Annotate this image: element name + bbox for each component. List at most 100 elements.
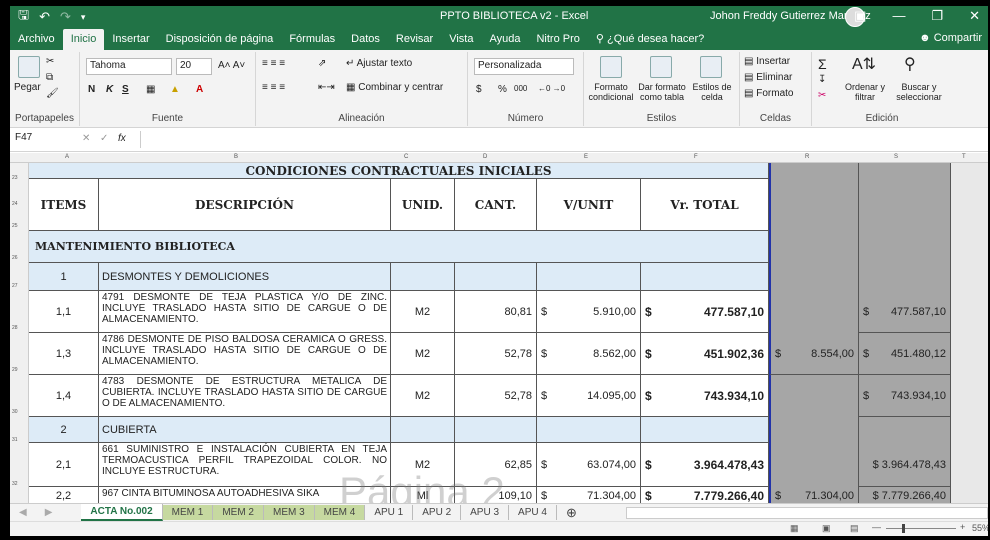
tell-me-search[interactable]: ⚲ ¿Qué desea hacer?	[588, 32, 712, 50]
zoom-out-icon[interactable]: —	[872, 522, 881, 532]
page-break-icon[interactable]: ▤	[850, 523, 859, 534]
horizontal-scrollbar[interactable]	[625, 506, 988, 519]
unit-price-cell[interactable]: $14.095,00	[537, 375, 641, 417]
decimals-icon[interactable]: ←0 →0	[538, 84, 565, 93]
table-format-icon[interactable]	[650, 56, 672, 78]
paste-button[interactable]: Pegar	[14, 82, 41, 93]
copy-icon[interactable]: ⧉	[46, 72, 53, 83]
tab-vista[interactable]: Vista	[441, 33, 481, 50]
header-unid[interactable]: UNID.	[391, 179, 455, 231]
font-name-select[interactable]: Tahoma	[86, 58, 172, 75]
total-cell[interactable]: $7.779.266,40	[641, 487, 769, 503]
column-e[interactable]: E	[584, 154, 588, 160]
zoom-thumb[interactable]	[902, 524, 905, 533]
group-name[interactable]: CUBIERTA	[99, 417, 391, 443]
tab-datos[interactable]: Datos	[343, 33, 388, 50]
clear-icon[interactable]: ✂	[818, 90, 826, 101]
column-d[interactable]: D	[483, 154, 487, 160]
sort-filter-icon[interactable]: A⇅	[852, 54, 876, 74]
cut-icon[interactable]: ✂	[46, 56, 54, 67]
column-b[interactable]: B	[234, 154, 238, 160]
font-color-icon[interactable]: A	[196, 84, 203, 95]
add-sheet-icon[interactable]: ⊕	[557, 503, 586, 523]
group-cell[interactable]	[641, 263, 769, 291]
ribbon-display-icon[interactable]: ▣	[854, 8, 866, 24]
sheet-tab-mem3[interactable]: MEM 3	[263, 505, 315, 520]
group-cell[interactable]	[537, 417, 641, 443]
restore-icon[interactable]: ❐	[931, 8, 943, 24]
insert-function-button[interactable]: fx	[118, 133, 126, 144]
unit-cell[interactable]: M2	[391, 291, 455, 333]
name-box[interactable]: F47	[12, 131, 72, 148]
format-painter-icon[interactable]: 🖌	[46, 88, 59, 99]
prev-sheet-icon[interactable]: ◀	[10, 505, 36, 520]
currency-button[interactable]: $	[476, 84, 482, 95]
row-32[interactable]: 32	[12, 481, 18, 487]
quantity-cell[interactable]: 52,78	[455, 333, 537, 375]
quantity-cell[interactable]: 80,81	[455, 291, 537, 333]
percent-button[interactable]: %	[498, 84, 507, 95]
merge-center-button[interactable]: ▦ Combinar y centrar	[346, 82, 443, 93]
fill-color-icon[interactable]: ▲	[170, 84, 180, 95]
table-format-button[interactable]: Dar formato como tabla	[638, 82, 686, 102]
column-a[interactable]: A	[65, 154, 69, 160]
normal-view-icon[interactable]: ▦	[790, 523, 799, 534]
grow-font-icon[interactable]: A˄ A˅	[218, 60, 245, 71]
align-left-icon[interactable]: ≡ ≡ ≡	[262, 82, 285, 93]
tab-formulas[interactable]: Fórmulas	[281, 33, 343, 50]
description-cell[interactable]: 4783 DESMONTE DE ESTRUCTURA METALICA DE …	[99, 375, 391, 417]
header-items[interactable]: ITEMS	[29, 179, 99, 231]
row-28[interactable]: 28	[12, 325, 18, 331]
formula-input[interactable]	[140, 131, 980, 148]
r-price-cell[interactable]: $71.304,00	[769, 487, 859, 503]
thousands-button[interactable]: 000	[514, 84, 527, 93]
description-cell[interactable]: 4786 DESMONTE DE PISO BALDOSA CERAMICA O…	[99, 333, 391, 375]
customize-qat-icon[interactable]: ▾	[81, 12, 86, 23]
column-s[interactable]: S	[894, 154, 898, 160]
row-23[interactable]: 23	[12, 175, 18, 181]
group-cell[interactable]	[455, 417, 537, 443]
section-title[interactable]: MANTENIMIENTO BIBLIOTECA	[29, 231, 769, 263]
group-cell[interactable]	[391, 417, 455, 443]
group-number[interactable]: 2	[29, 417, 99, 443]
row-31[interactable]: 31	[12, 437, 18, 443]
group-cell[interactable]	[537, 263, 641, 291]
s-total-cell[interactable]: $477.587,10	[859, 291, 951, 333]
cell-styles-button[interactable]: Estilos de celda	[688, 82, 736, 102]
column-c[interactable]: C	[404, 154, 408, 160]
item-cell[interactable]: 2,2	[29, 487, 99, 503]
group-number[interactable]: 1	[29, 263, 99, 291]
row-24[interactable]: 24	[12, 201, 18, 207]
tab-archivo[interactable]: Archivo	[10, 33, 63, 50]
unit-price-cell[interactable]: $8.562,00	[537, 333, 641, 375]
enter-icon[interactable]: ✓	[100, 133, 108, 144]
tab-nitro[interactable]: Nitro Pro	[528, 33, 587, 50]
group-name[interactable]: DESMONTES Y DEMOLICIONES	[99, 263, 391, 291]
sheet-tab-apu2[interactable]: APU 2	[413, 505, 462, 520]
unit-price-cell[interactable]: $5.910,00	[537, 291, 641, 333]
header-vtotal[interactable]: Vr. TOTAL	[641, 179, 769, 231]
item-cell[interactable]: 1,1	[29, 291, 99, 333]
zoom-level[interactable]: 55%	[972, 523, 988, 533]
underline-button[interactable]: S	[122, 84, 129, 95]
sheet-tab-mem2[interactable]: MEM 2	[213, 505, 264, 520]
column-r[interactable]: R	[805, 154, 809, 160]
indent-icon[interactable]: ⇤⇥	[318, 82, 335, 93]
group-cell[interactable]	[455, 263, 537, 291]
group-cell[interactable]	[391, 263, 455, 291]
font-size-select[interactable]: 20	[176, 58, 212, 75]
undo-icon[interactable]: ↶	[39, 9, 50, 25]
close-icon[interactable]: ✕	[969, 8, 980, 24]
find-icon[interactable]: ⚲	[904, 54, 916, 74]
unit-cell[interactable]: M2	[391, 333, 455, 375]
column-f[interactable]: F	[694, 154, 698, 160]
row-30[interactable]: 30	[12, 409, 18, 415]
autosum-icon[interactable]: Σ	[818, 56, 827, 72]
bold-button[interactable]: N	[88, 84, 95, 95]
format-cells-button[interactable]: ▤ Formato	[744, 88, 793, 99]
r-price-cell[interactable]: $8.554,00	[769, 333, 859, 375]
tab-disposicion[interactable]: Disposición de página	[158, 33, 282, 50]
s-total-cell[interactable]: $ 7.779.266,40	[859, 487, 951, 503]
find-select-button[interactable]: Buscar y seleccionar	[890, 82, 948, 102]
tab-revisar[interactable]: Revisar	[388, 33, 441, 50]
